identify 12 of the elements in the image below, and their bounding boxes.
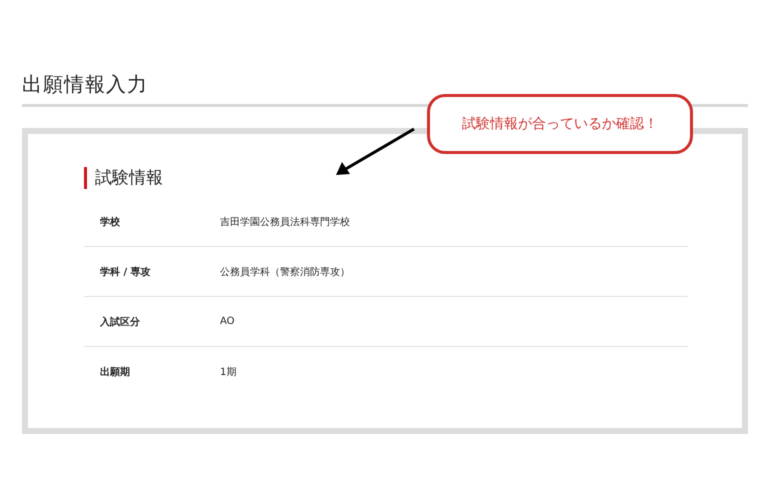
field-label: 出願期 [100,366,131,378]
field-label: 入試区分 [100,316,141,328]
field-value: 吉田学園公務員法科専門学校 [220,216,350,228]
field-label: 学校 [100,216,121,228]
heading-accent-bar [84,166,87,188]
field-value: AO [220,316,235,327]
page-title: 出願情報入力 [22,71,149,98]
section-title: 試験情報 [95,167,163,189]
field-value: 公務員学科（警察消防専攻） [220,266,350,278]
callout-bubble: 試験情報が合っているか確認！ [427,94,693,154]
field-value: 1期 [220,366,236,378]
field-label: 学科 / 専攻 [100,266,152,278]
